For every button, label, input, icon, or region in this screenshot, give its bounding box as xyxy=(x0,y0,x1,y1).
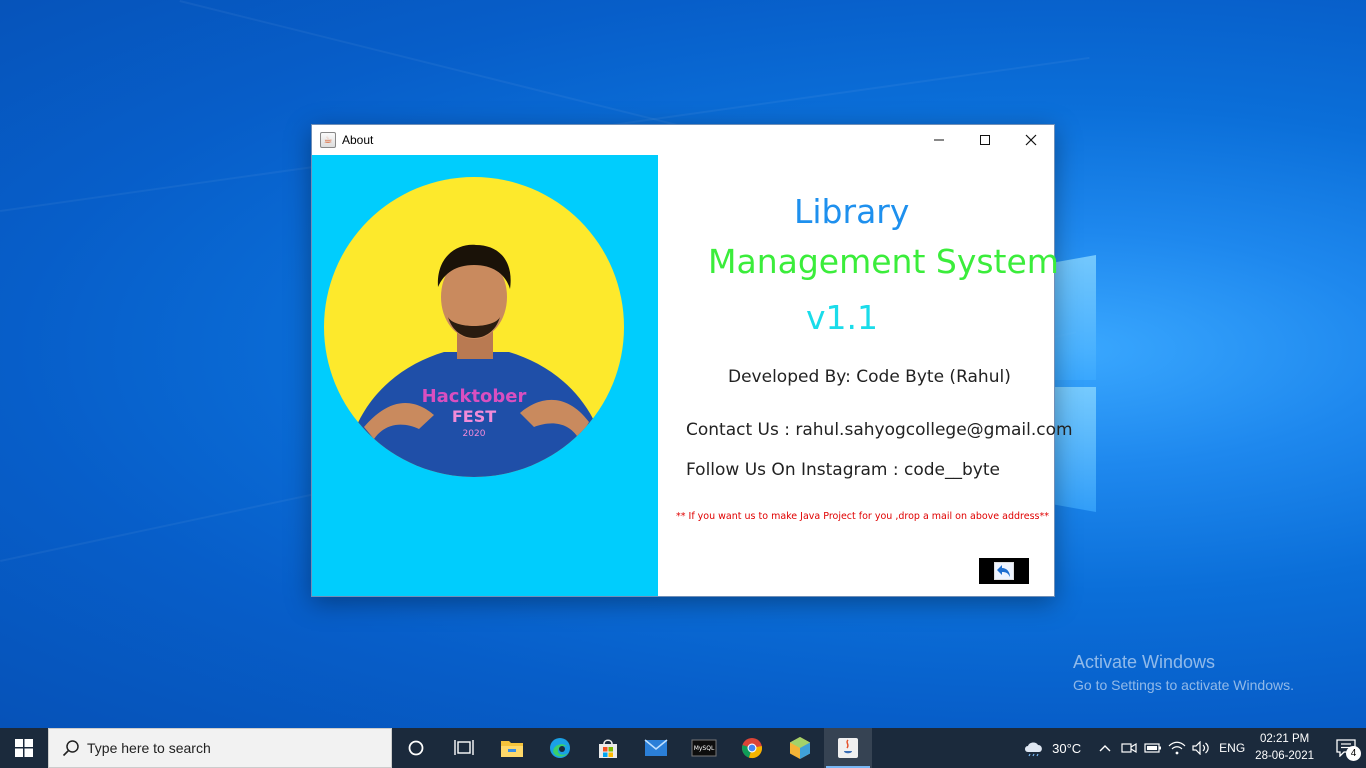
svg-text:Hacktober: Hacktober xyxy=(422,386,527,407)
store-icon xyxy=(599,739,617,758)
file-explorer-button[interactable] xyxy=(488,728,536,768)
java-icon: ☕ xyxy=(320,132,336,148)
wifi-icon[interactable] xyxy=(1165,728,1189,768)
maximize-icon xyxy=(980,135,990,145)
taskbar-search-box[interactable]: Type here to search xyxy=(48,728,392,768)
windows-start-icon xyxy=(15,739,33,757)
svg-text:MySQL: MySQL xyxy=(694,745,715,752)
developed-by-label: Developed By: Code Byte (Rahul) xyxy=(728,367,1011,387)
svg-text:2020: 2020 xyxy=(463,429,486,439)
window-title: About xyxy=(342,133,374,147)
weather-icon[interactable] xyxy=(1022,728,1046,768)
minimize-icon xyxy=(934,139,944,141)
start-button[interactable] xyxy=(0,728,48,768)
about-window: ☕ About Hacktober FEST 2020 Library Mana… xyxy=(311,124,1073,597)
version-label: v1.1 xyxy=(806,298,879,337)
close-button[interactable] xyxy=(1008,125,1054,155)
mail-button[interactable] xyxy=(632,728,680,768)
instagram-label: Follow Us On Instagram : code__byte xyxy=(686,460,1000,480)
file-explorer-icon xyxy=(501,741,523,757)
clock-date: 28-06-2021 xyxy=(1255,750,1314,762)
developer-avatar-illustration: Hacktober FEST 2020 xyxy=(344,244,609,477)
back-button[interactable] xyxy=(979,558,1029,584)
notification-count-badge: 4 xyxy=(1346,746,1361,761)
title-library: Library xyxy=(794,192,910,231)
clock[interactable]: 02:21 PM 28-06-2021 xyxy=(1255,731,1314,765)
clock-time: 02:21 PM xyxy=(1259,733,1310,745)
cortana-button[interactable] xyxy=(392,728,440,768)
developer-photo: Hacktober FEST 2020 xyxy=(324,177,624,477)
taskbar: Type here to search MySQL 30°C ENG 02:21… xyxy=(0,728,1366,768)
maximize-button[interactable] xyxy=(962,125,1008,155)
netbeans-icon xyxy=(790,737,810,759)
title-management-system: Management System xyxy=(708,242,1059,281)
activate-subtitle: Go to Settings to activate Windows. xyxy=(1073,677,1294,693)
close-icon xyxy=(1025,134,1037,146)
battery-icon[interactable] xyxy=(1141,728,1165,768)
activate-title: Activate Windows xyxy=(1073,652,1216,672)
notification-center-button[interactable]: 4 xyxy=(1326,728,1366,768)
edge-icon xyxy=(550,738,570,758)
contact-label: Contact Us : rahul.sahyogcollege@gmail.c… xyxy=(686,420,1073,440)
chrome-button[interactable] xyxy=(728,728,776,768)
chevron-up-icon[interactable] xyxy=(1093,728,1117,768)
activate-windows-watermark: Activate Windows Go to Settings to activ… xyxy=(1073,652,1294,693)
task-view-button[interactable] xyxy=(440,728,488,768)
photo-panel: Hacktober FEST 2020 xyxy=(312,155,658,596)
minimize-button[interactable] xyxy=(916,125,962,155)
back-arrow-icon xyxy=(994,562,1014,580)
mysql-button[interactable]: MySQL xyxy=(680,728,728,768)
project-request-note: ** If you want us to make Java Project f… xyxy=(676,511,1049,522)
system-tray: 30°C ENG 02:21 PM 28-06-2021 4 xyxy=(1022,728,1366,768)
chrome-icon xyxy=(742,738,763,759)
edge-button[interactable] xyxy=(536,728,584,768)
title-bar[interactable]: ☕ About xyxy=(312,125,1054,155)
meet-now-icon[interactable] xyxy=(1117,728,1141,768)
java-app-button[interactable] xyxy=(824,728,872,768)
search-placeholder: Type here to search xyxy=(87,740,211,756)
java-icon xyxy=(838,738,858,758)
search-icon xyxy=(61,738,81,758)
cortana-icon xyxy=(408,740,424,756)
language-indicator[interactable]: ENG xyxy=(1219,741,1245,755)
mysql-icon: MySQL xyxy=(691,739,717,757)
info-panel: Library Management System v1.1 Developed… xyxy=(658,155,1073,596)
task-view-icon xyxy=(454,740,474,755)
store-button[interactable] xyxy=(584,728,632,768)
netbeans-button[interactable] xyxy=(776,728,824,768)
weather-temperature[interactable]: 30°C xyxy=(1052,741,1081,756)
mail-icon xyxy=(644,739,668,756)
svg-text:FEST: FEST xyxy=(452,407,496,426)
volume-icon[interactable] xyxy=(1189,728,1213,768)
